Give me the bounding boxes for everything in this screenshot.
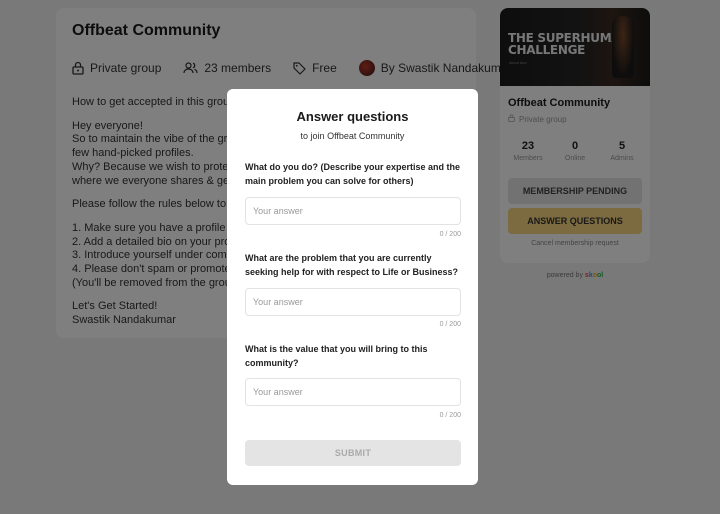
answer-questions-modal: Answer questions to join Offbeat Communi… [227, 89, 478, 485]
question-2-label: What are the problem that you are curren… [245, 253, 459, 277]
answer-1-input[interactable] [245, 197, 461, 225]
answer-1-counter: 0 / 200 [439, 231, 461, 238]
submit-button[interactable]: SUBMIT [245, 440, 461, 466]
answer-2-input[interactable] [245, 288, 461, 316]
question-3-label: What is the value that you will bring to… [245, 344, 428, 368]
answer-3-counter: 0 / 200 [439, 412, 461, 419]
modal-subtitle: to join Offbeat Community [300, 131, 405, 141]
answer-2-counter: 0 / 200 [439, 321, 461, 328]
question-1-label: What do you do? (Describe your expertise… [245, 162, 461, 186]
answer-3-input[interactable] [245, 378, 461, 406]
modal-title: Answer questions [296, 109, 409, 124]
